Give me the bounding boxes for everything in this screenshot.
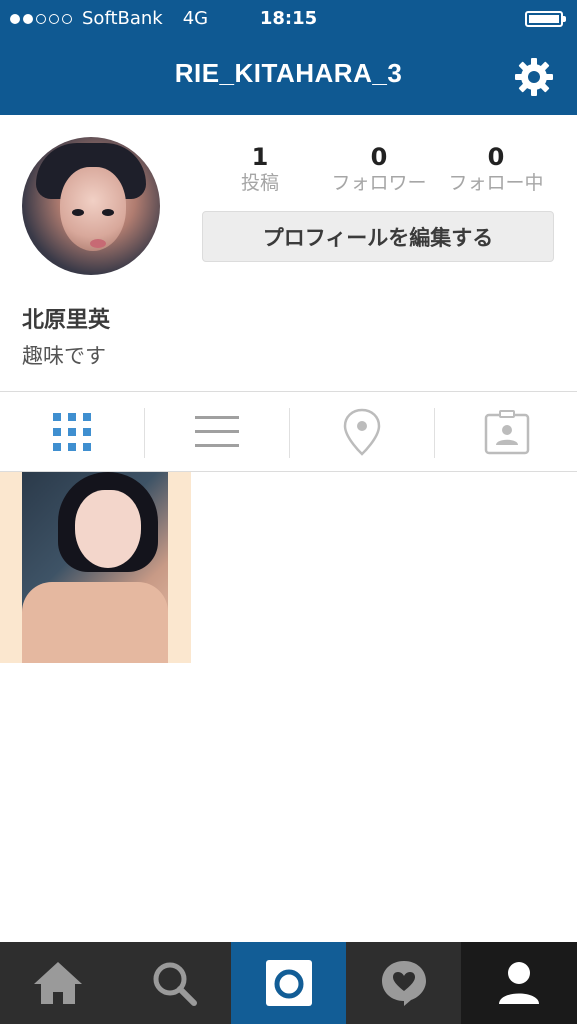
profile-name: 北原里英 [22, 308, 111, 333]
grid-icon [53, 413, 91, 451]
tab-grid[interactable] [0, 392, 144, 472]
posts-count: 1 [251, 143, 269, 171]
app-header: SoftBank 4G 18:15 RIE_KITAHARA_3 [0, 0, 577, 115]
profile-view-tabs [0, 391, 577, 472]
settings-gear-icon[interactable] [512, 55, 556, 99]
status-bar: SoftBank 4G 18:15 [0, 0, 577, 38]
page-title: RIE_KITAHARA_3 [174, 58, 403, 88]
followers-label: フォロワー [331, 172, 427, 194]
following-count: 0 [487, 143, 505, 171]
location-pin-icon [343, 408, 381, 456]
posts-label: 投稿 [240, 172, 279, 194]
camera-icon [265, 960, 312, 1006]
nav-search[interactable] [116, 942, 231, 1024]
nav-activity[interactable] [346, 942, 461, 1024]
posts-stat[interactable]: 1 投稿 [220, 142, 300, 194]
activity-heart-icon [381, 961, 426, 1006]
nav-profile[interactable] [461, 942, 577, 1024]
post-thumbnail[interactable] [0, 472, 191, 663]
list-icon [195, 416, 239, 447]
following-stat[interactable]: 0 フォロー中 [442, 142, 550, 194]
profile-icon [499, 962, 539, 1004]
tab-location[interactable] [290, 392, 434, 472]
profile-bio: 趣味です [22, 344, 106, 368]
status-time: 18:15 [259, 8, 318, 29]
followers-count: 0 [370, 143, 388, 171]
following-label: フォロー中 [448, 172, 544, 194]
nav-home[interactable] [0, 942, 116, 1024]
tab-tagged[interactable] [435, 392, 577, 472]
home-icon [34, 962, 82, 1004]
edit-profile-button[interactable]: プロフィールを編集する [202, 211, 554, 262]
battery-icon [525, 11, 566, 27]
bottom-tab-bar [0, 942, 577, 1024]
tagged-person-icon [484, 410, 530, 455]
profile-avatar[interactable] [22, 137, 160, 275]
search-icon [153, 962, 197, 1006]
nav-camera[interactable] [231, 942, 346, 1024]
followers-stat[interactable]: 0 フォロワー [320, 142, 438, 194]
profile-stats: 1 投稿 0 フォロワー 0 フォロー中 [220, 142, 560, 202]
tab-list[interactable] [145, 392, 289, 472]
